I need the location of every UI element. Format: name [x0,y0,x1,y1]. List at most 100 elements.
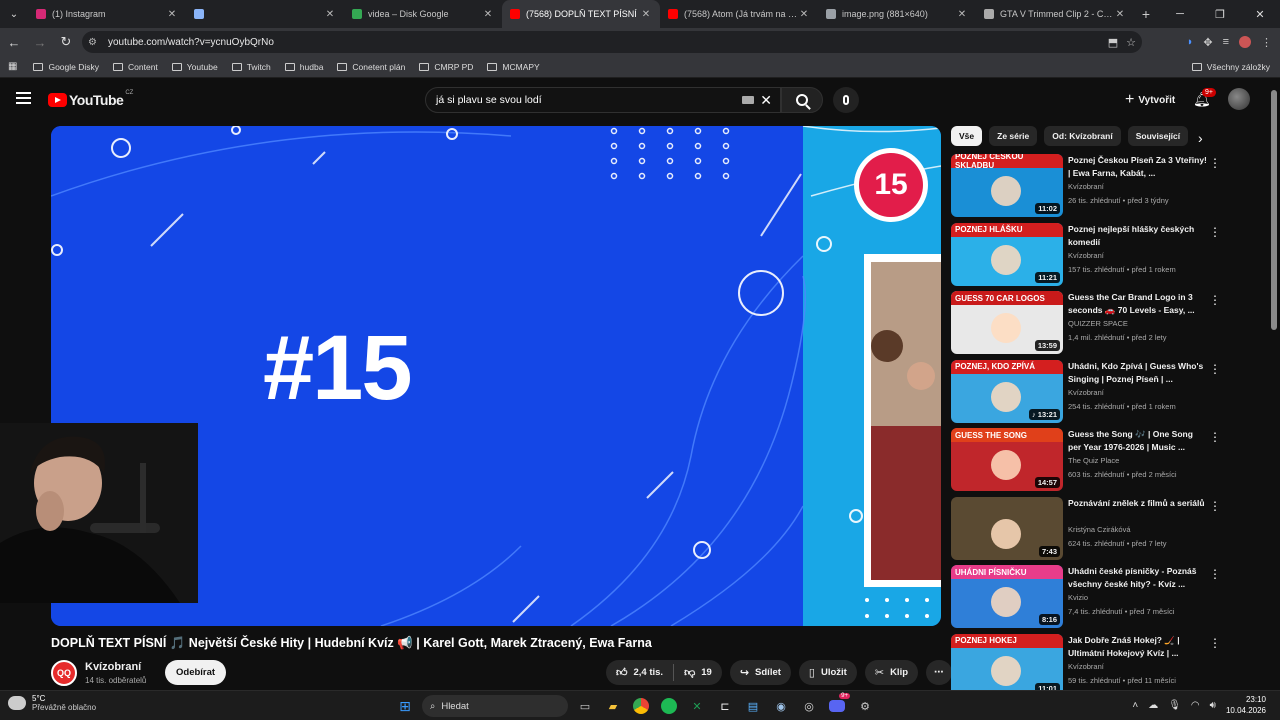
tab-search-icon[interactable]: ⌄ [0,0,28,28]
filter-chip[interactable]: Ze série [989,126,1038,146]
video-thumbnail[interactable]: GUESS THE SONG 14:57 [951,428,1063,491]
extensions-puzzle-icon[interactable]: ✥ [1203,36,1212,49]
recommended-title[interactable]: Jak Dobře Znáš Hokej? 🏒 | Ultimátní Hoke… [1068,634,1208,660]
close-tab-icon[interactable]: ✕ [956,9,968,20]
video-thumbnail[interactable]: POZNEJ HLÁŠKU 11:21 [951,222,1063,286]
task-view-icon[interactable]: ▭ [574,695,596,717]
recommended-video[interactable]: GUESS THE SONG 14:57 Guess the Song 🎶 | On… [951,428,1261,492]
more-vertical-icon[interactable]: ⋮ [1209,499,1221,513]
recommended-video[interactable]: UHÁDNI PÍSNIČKU 8:16 Uhádni české písničky… [951,565,1261,629]
maximize-icon[interactable]: ❐ [1200,0,1240,28]
capcut-icon[interactable]: ⊏ [714,695,736,717]
filter-chip[interactable]: Od: Kvízobraní [1044,126,1121,146]
clip-button[interactable]: ✂ Klip [864,660,919,685]
recommended-title[interactable]: Guess the Song 🎶 | One Song per Year 197… [1068,428,1208,454]
browser-tab[interactable]: ✕ [186,0,344,28]
recommended-title[interactable]: Guess the Car Brand Logo in 3 seconds 🚗 … [1068,291,1208,317]
install-app-icon[interactable]: ⬒ [1108,36,1118,49]
recommended-channel[interactable]: Kvizio [1068,593,1088,602]
all-bookmarks[interactable]: Všechny záložky [1191,62,1270,72]
more-vertical-icon[interactable]: ⋮ [1209,156,1221,170]
weather-widget[interactable]: 5°C Převážně oblačno [8,694,96,712]
microphone-icon[interactable]: 🎙︎ [1168,700,1181,711]
apps-grid-icon[interactable]: ▦ [8,61,17,72]
menu-icon[interactable] [16,92,31,104]
obs-icon[interactable]: ◎ [798,695,820,717]
subscribe-button[interactable]: Odebírat [165,660,227,685]
start-icon[interactable]: ⊞ [394,695,416,717]
clear-search-icon[interactable]: ✕ [760,92,772,109]
close-tab-icon[interactable]: ✕ [798,9,810,20]
taskbar-search[interactable]: ⌕ Hledat [422,695,568,717]
more-vertical-icon[interactable]: ⋮ [1209,293,1221,307]
forward-icon[interactable]: → [28,30,52,54]
onedrive-icon[interactable]: ☁ [1148,700,1158,711]
youtube-logo[interactable]: YouTube CZ [48,90,133,108]
reload-icon[interactable]: ↻ [54,30,78,54]
bookmark-folder[interactable]: MCMAPY [487,62,540,72]
url-field[interactable]: ⚙ youtube.com/watch?v=ycnuOybQrNo ⬒ ☆ [82,31,1142,53]
recommended-video[interactable]: 7:43 Poznávání znělek z filmů a seriálů Kr… [951,496,1261,561]
close-tab-icon[interactable]: ✕ [482,9,494,20]
clock[interactable]: 23:10 10.04.2026 [1226,694,1266,716]
more-vertical-icon[interactable]: ⋮ [1209,362,1221,376]
chevron-right-icon[interactable]: › [1198,130,1203,146]
extension-icon[interactable]: ◗ [1187,36,1194,48]
keyboard-icon[interactable] [742,96,754,104]
reading-list-icon[interactable]: ≡ [1223,36,1229,48]
more-actions-button[interactable]: ⋯ [926,660,952,685]
recommended-video[interactable]: POZNEJ, KDO ZPÍVÁ ♪ 13:21 Uhádni, Kdo Zpív… [951,359,1261,424]
bookmark-star-icon[interactable]: ☆ [1126,36,1136,49]
recommended-title[interactable]: Poznej nejlepší hlášky českých komedií [1068,223,1208,249]
close-tab-icon[interactable]: ✕ [324,9,336,20]
browser-tab[interactable]: (7568) DOPLŇ TEXT PÍSNÍ ✕ [502,0,660,28]
close-window-icon[interactable]: ✕ [1240,0,1280,28]
recommended-channel[interactable]: Kvízobraní [1068,251,1104,260]
settings-icon[interactable]: ⚙ [854,695,876,717]
video-thumbnail[interactable]: GUESS 70 CAR LOGOS 13:59 [951,291,1063,354]
minimize-icon[interactable]: ─ [1160,0,1200,28]
recommended-video[interactable]: POZNEJ ČESKOU SKLADBU 11:02 Poznej Českou … [951,154,1261,218]
search-input[interactable]: já si plavu se svou lodí ✕ [425,87,781,113]
recommended-channel[interactable]: Kvízobraní [1068,388,1104,397]
bookmark-folder[interactable]: Google Disky [33,62,99,72]
browser-tab[interactable]: (7568) Atom (Já trvám na tom h ✕ [660,0,818,28]
video-thumbnail[interactable]: UHÁDNI PÍSNIČKU 8:16 [951,565,1063,628]
browser-tab[interactable]: videa – Disk Google ✕ [344,0,502,28]
recommended-title[interactable]: Uhádni české písničky - Poznáš všechny č… [1068,565,1208,591]
filter-chip[interactable]: Související [1127,126,1189,146]
search-button[interactable] [781,87,823,113]
recommended-video[interactable]: GUESS 70 CAR LOGOS 13:59 Guess the Car Bra… [951,291,1261,355]
video-thumbnail[interactable]: 7:43 [951,496,1063,560]
more-vertical-icon[interactable]: ⋮ [1209,567,1221,581]
notepad-icon[interactable]: ▤ [742,695,764,717]
excel-icon[interactable]: ✕ [686,695,708,717]
volume-icon[interactable]: 🔊︎ [1210,700,1216,711]
create-button[interactable]: + Vytvořit [1117,88,1183,112]
profile-icon[interactable] [1239,36,1251,48]
back-icon[interactable]: ← [2,30,26,54]
bookmark-folder[interactable]: Youtube [171,62,218,72]
browser-tab[interactable]: GTA V Trimmed Clip 2 - Clipped✕ [976,0,1134,28]
voice-search-button[interactable] [833,87,859,113]
new-tab-button[interactable]: + [1134,6,1158,22]
bookmark-folder[interactable]: Content [113,62,158,72]
more-vertical-icon[interactable]: ⋮ [1209,430,1221,444]
account-avatar[interactable] [1228,88,1250,110]
site-info-icon[interactable]: ⚙ [88,37,102,48]
chevron-up-icon[interactable]: ˄ [1132,700,1138,711]
bookmark-folder[interactable]: hudba [284,62,323,72]
save-button[interactable]: ▯ Uložit [798,660,857,685]
close-tab-icon[interactable]: ✕ [1114,9,1126,20]
bookmark-folder[interactable]: Conetent plán [337,62,405,72]
file-explorer-icon[interactable]: ▰ [602,695,624,717]
recommended-title[interactable]: Uhádni, Kdo Zpívá | Guess Who's Singing … [1068,360,1208,386]
more-vertical-icon[interactable]: ⋮ [1209,225,1221,239]
channel-name[interactable]: Kvízobraní [85,661,141,673]
filter-chip[interactable]: Vše [951,126,983,146]
recommended-channel[interactable]: Kvízobraní [1068,662,1104,671]
video-thumbnail[interactable]: POZNEJ, KDO ZPÍVÁ ♪ 13:21 [951,359,1063,423]
bookmark-folder[interactable]: CMRP PD [419,62,473,72]
recommended-channel[interactable]: The Quiz Place [1068,456,1119,465]
browser-menu-icon[interactable]: ⋮ [1261,36,1272,49]
